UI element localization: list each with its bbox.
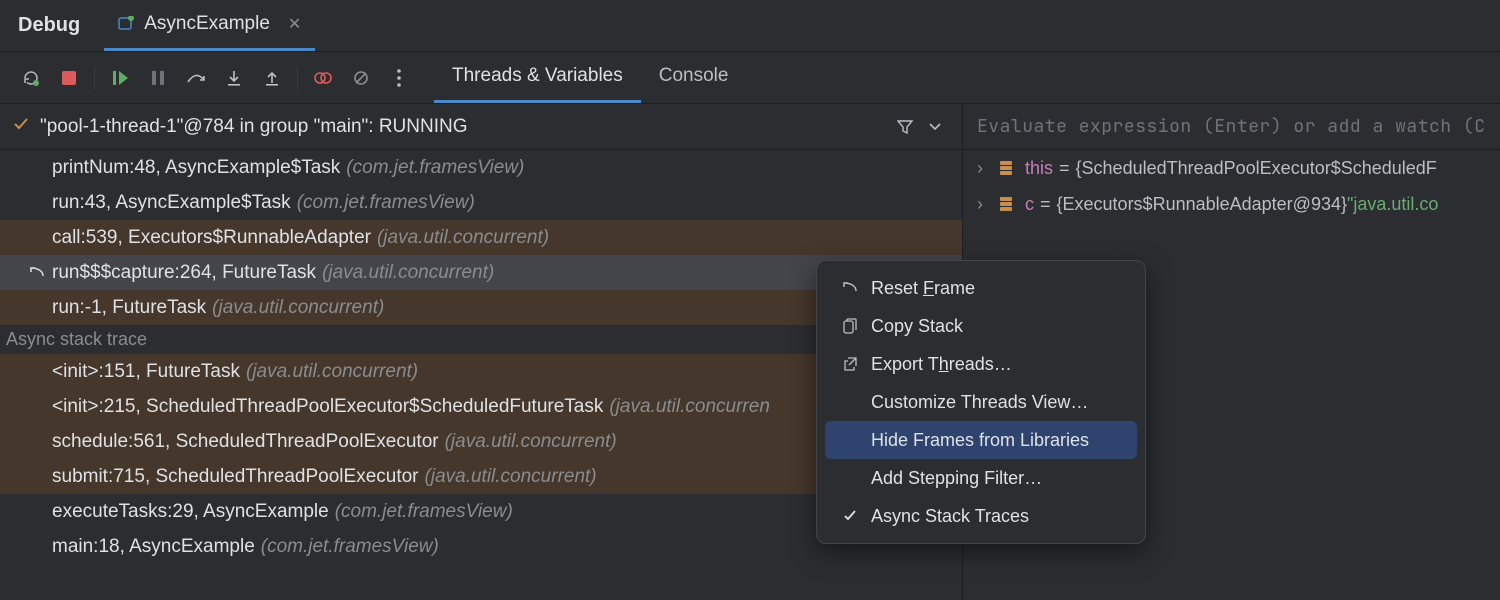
stack-frame[interactable]: run:43, AsyncExample$Task (com.jet.frames… (0, 185, 962, 220)
menu-hide-frames-libraries[interactable]: Hide Frames from Libraries (825, 421, 1137, 459)
separator (94, 67, 95, 89)
frame-method: submit:715, ScheduledThreadPoolExecutor (52, 466, 419, 488)
menu-async-stack-traces[interactable]: Async Stack Traces (825, 497, 1137, 535)
reset-frame-icon (839, 281, 861, 295)
menu-reset-frame[interactable]: Reset Frame (825, 269, 1137, 307)
menu-add-stepping-filter[interactable]: Add Stepping Filter… (825, 459, 1137, 497)
frame-method: run:43, AsyncExample$Task (52, 192, 291, 214)
more-icon[interactable] (384, 63, 414, 93)
step-over-button[interactable] (181, 63, 211, 93)
tab-console[interactable]: Console (641, 52, 747, 103)
pause-button[interactable] (143, 63, 173, 93)
context-menu: Reset Frame Copy Stack Export Threads… C… (816, 260, 1146, 544)
header-row: Debug AsyncExample ✕ (0, 0, 1500, 52)
separator (297, 67, 298, 89)
variable-row[interactable]: ›c = {Executors$RunnableAdapter@934} "ja… (963, 186, 1500, 222)
copy-icon (839, 318, 861, 334)
thread-header: "pool-1-thread-1"@784 in group "main": R… (0, 104, 962, 150)
frame-package: (com.jet.framesView) (261, 536, 439, 558)
file-tab[interactable]: AsyncExample ✕ (104, 0, 315, 51)
frame-method: run:-1, FutureTask (52, 297, 206, 319)
stack-frame[interactable]: printNum:48, AsyncExample$Task (com.jet.f… (0, 150, 962, 185)
frame-package: (java.util.concurrent) (425, 466, 597, 488)
tab-title: AsyncExample (144, 13, 270, 35)
frame-method: printNum:48, AsyncExample$Task (52, 157, 340, 179)
frame-package: (java.util.concurrent) (246, 361, 418, 383)
tab-threads-variables[interactable]: Threads & Variables (434, 52, 641, 103)
variable-value: {Executors$RunnableAdapter@934} (1057, 194, 1347, 215)
stop-button[interactable] (54, 63, 84, 93)
variables-list: ›this = {ScheduledThreadPoolExecutor$Sch… (963, 150, 1500, 222)
chevron-right-icon[interactable]: › (977, 194, 991, 215)
export-icon (839, 357, 861, 371)
frame-method: main:18, AsyncExample (52, 536, 255, 558)
frame-method: run$$$capture:264, FutureTask (52, 262, 316, 284)
frame-method: schedule:561, ScheduledThreadPoolExecuto… (52, 431, 439, 453)
resume-button[interactable] (105, 63, 135, 93)
step-out-button[interactable] (257, 63, 287, 93)
evaluate-input[interactable]: Evaluate expression (Enter) or add a wat… (963, 104, 1500, 150)
variable-row[interactable]: ›this = {ScheduledThreadPoolExecutor$Sch… (963, 150, 1500, 186)
menu-customize-threads-view[interactable]: Customize Threads View… (825, 383, 1137, 421)
main-content: "pool-1-thread-1"@784 in group "main": R… (0, 104, 1500, 600)
frame-package: (com.jet.framesView) (346, 157, 524, 179)
check-icon (839, 510, 861, 522)
frame-method: call:539, Executors$RunnableAdapter (52, 227, 371, 249)
frame-package: (java.util.concurrent) (322, 262, 494, 284)
stack-frame[interactable]: call:539, Executors$RunnableAdapter (java… (0, 220, 962, 255)
frame-package: (java.util.concurrent) (377, 227, 549, 249)
object-icon (997, 159, 1015, 177)
chevron-down-icon[interactable] (920, 112, 950, 142)
frame-method: <init>:215, ScheduledThreadPoolExecutor$… (52, 396, 603, 418)
variable-string: "java.util.co (1347, 194, 1438, 215)
menu-export-threads[interactable]: Export Threads… (825, 345, 1137, 383)
panel-label: Debug (0, 0, 104, 51)
mute-breakpoints-button[interactable] (346, 63, 376, 93)
view-breakpoints-button[interactable] (308, 63, 338, 93)
frame-package: (java.util.concurren (609, 396, 770, 418)
variable-name: this (1025, 158, 1053, 179)
toolbar: Threads & Variables Console (0, 52, 1500, 104)
close-icon[interactable]: ✕ (288, 14, 301, 34)
rerun-button[interactable] (16, 63, 46, 93)
frame-package: (com.jet.framesView) (297, 192, 475, 214)
step-into-button[interactable] (219, 63, 249, 93)
subtabs: Threads & Variables Console (434, 52, 746, 103)
check-icon (12, 115, 30, 138)
thread-title[interactable]: "pool-1-thread-1"@784 in group "main": R… (40, 116, 890, 138)
menu-copy-stack[interactable]: Copy Stack (825, 307, 1137, 345)
filter-icon[interactable] (890, 112, 920, 142)
frame-method: <init>:151, FutureTask (52, 361, 240, 383)
frame-package: (com.jet.framesView) (335, 501, 513, 523)
variable-value: {ScheduledThreadPoolExecutor$ScheduledF (1076, 158, 1437, 179)
frame-method: executeTasks:29, AsyncExample (52, 501, 329, 523)
variable-name: c (1025, 194, 1034, 215)
frame-package: (java.util.concurrent) (445, 431, 617, 453)
frame-package: (java.util.concurrent) (212, 297, 384, 319)
chevron-right-icon[interactable]: › (977, 158, 991, 179)
reset-frame-icon (28, 266, 46, 280)
object-icon (997, 195, 1015, 213)
run-config-icon (118, 16, 134, 32)
